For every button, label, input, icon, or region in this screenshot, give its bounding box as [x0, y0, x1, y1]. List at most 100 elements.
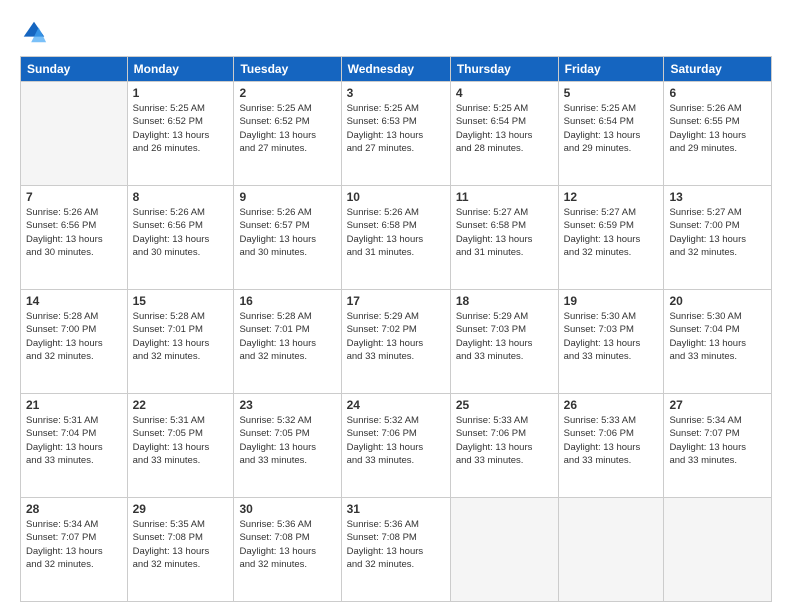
calendar-cell [21, 82, 128, 186]
calendar-cell: 15 Sunrise: 5:28 AM Sunset: 7:01 PM Dayli… [127, 290, 234, 394]
calendar-cell: 19 Sunrise: 5:30 AM Sunset: 7:03 PM Dayli… [558, 290, 664, 394]
calendar-cell: 14 Sunrise: 5:28 AM Sunset: 7:00 PM Dayli… [21, 290, 128, 394]
day-number: 14 [26, 294, 122, 308]
page: SundayMondayTuesdayWednesdayThursdayFrid… [0, 0, 792, 612]
calendar-cell: 31 Sunrise: 5:36 AM Sunset: 7:08 PM Dayli… [341, 498, 450, 602]
calendar-cell [664, 498, 772, 602]
day-info: Sunrise: 5:26 AM Sunset: 6:56 PM Dayligh… [133, 206, 229, 259]
weekday-header-wednesday: Wednesday [341, 57, 450, 82]
calendar-cell: 24Sunrise: 5:32 AM Sunset: 7:06 PM Dayli… [341, 394, 450, 498]
calendar-cell: 29 Sunrise: 5:35 AM Sunset: 7:08 PM Dayli… [127, 498, 234, 602]
day-info: Sunrise: 5:25 AM Sunset: 6:52 PM Dayligh… [133, 102, 229, 155]
day-info: Sunrise: 5:25 AM Sunset: 6:53 PM Dayligh… [347, 102, 445, 155]
weekday-header-monday: Monday [127, 57, 234, 82]
weekday-header-friday: Friday [558, 57, 664, 82]
header [20, 18, 772, 46]
day-info: Sunrise: 5:26 AM Sunset: 6:55 PM Dayligh… [669, 102, 766, 155]
calendar-cell: 11 Sunrise: 5:27 AM Sunset: 6:58 PM Dayli… [450, 186, 558, 290]
day-number: 18 [456, 294, 553, 308]
calendar-cell: 23Sunrise: 5:32 AM Sunset: 7:05 PM Dayli… [234, 394, 341, 498]
day-number: 12 [564, 190, 659, 204]
day-number: 24 [347, 398, 445, 412]
calendar-cell: 5 Sunrise: 5:25 AM Sunset: 6:54 PM Daylig… [558, 82, 664, 186]
weekday-header-thursday: Thursday [450, 57, 558, 82]
day-number: 29 [133, 502, 229, 516]
day-info: Sunrise: 5:36 AM Sunset: 7:08 PM Dayligh… [239, 518, 335, 571]
day-info: Sunrise: 5:27 AM Sunset: 7:00 PM Dayligh… [669, 206, 766, 259]
day-info: Sunrise: 5:36 AM Sunset: 7:08 PM Dayligh… [347, 518, 445, 571]
day-info: Sunrise: 5:32 AM Sunset: 7:05 PM Dayligh… [239, 414, 335, 467]
day-info: Sunrise: 5:25 AM Sunset: 6:52 PM Dayligh… [239, 102, 335, 155]
day-number: 19 [564, 294, 659, 308]
day-info: Sunrise: 5:25 AM Sunset: 6:54 PM Dayligh… [456, 102, 553, 155]
day-info: Sunrise: 5:35 AM Sunset: 7:08 PM Dayligh… [133, 518, 229, 571]
calendar-cell: 7Sunrise: 5:26 AM Sunset: 6:56 PM Daylig… [21, 186, 128, 290]
calendar-cell: 27 Sunrise: 5:34 AM Sunset: 7:07 PM Dayli… [664, 394, 772, 498]
day-number: 17 [347, 294, 445, 308]
calendar-cell: 22 Sunrise: 5:31 AM Sunset: 7:05 PM Dayli… [127, 394, 234, 498]
day-info: Sunrise: 5:34 AM Sunset: 7:07 PM Dayligh… [669, 414, 766, 467]
logo-icon [20, 18, 48, 46]
day-number: 20 [669, 294, 766, 308]
day-info: Sunrise: 5:31 AM Sunset: 7:05 PM Dayligh… [133, 414, 229, 467]
calendar-cell: 4Sunrise: 5:25 AM Sunset: 6:54 PM Daylig… [450, 82, 558, 186]
day-number: 25 [456, 398, 553, 412]
calendar-cell: 6 Sunrise: 5:26 AM Sunset: 6:55 PM Daylig… [664, 82, 772, 186]
day-info: Sunrise: 5:27 AM Sunset: 6:59 PM Dayligh… [564, 206, 659, 259]
calendar-cell: 21 Sunrise: 5:31 AM Sunset: 7:04 PM Dayli… [21, 394, 128, 498]
calendar: SundayMondayTuesdayWednesdayThursdayFrid… [20, 56, 772, 602]
day-number: 21 [26, 398, 122, 412]
day-number: 10 [347, 190, 445, 204]
week-row-5: 28 Sunrise: 5:34 AM Sunset: 7:07 PM Dayli… [21, 498, 772, 602]
day-info: Sunrise: 5:28 AM Sunset: 7:01 PM Dayligh… [133, 310, 229, 363]
day-number: 3 [347, 86, 445, 100]
weekday-header-row: SundayMondayTuesdayWednesdayThursdayFrid… [21, 57, 772, 82]
day-info: Sunrise: 5:30 AM Sunset: 7:04 PM Dayligh… [669, 310, 766, 363]
calendar-cell [450, 498, 558, 602]
day-number: 5 [564, 86, 659, 100]
day-number: 22 [133, 398, 229, 412]
day-number: 31 [347, 502, 445, 516]
day-info: Sunrise: 5:27 AM Sunset: 6:58 PM Dayligh… [456, 206, 553, 259]
calendar-cell: 8 Sunrise: 5:26 AM Sunset: 6:56 PM Daylig… [127, 186, 234, 290]
day-number: 2 [239, 86, 335, 100]
calendar-cell [558, 498, 664, 602]
day-info: Sunrise: 5:28 AM Sunset: 7:00 PM Dayligh… [26, 310, 122, 363]
week-row-2: 7 Sunrise: 5:26 AM Sunset: 6:56 PM Daylig… [21, 186, 772, 290]
calendar-cell: 30Sunrise: 5:36 AM Sunset: 7:08 PM Dayli… [234, 498, 341, 602]
day-info: Sunrise: 5:33 AM Sunset: 7:06 PM Dayligh… [456, 414, 553, 467]
calendar-cell: 10 Sunrise: 5:26 AM Sunset: 6:58 PM Dayli… [341, 186, 450, 290]
calendar-cell: 16Sunrise: 5:28 AM Sunset: 7:01 PM Dayli… [234, 290, 341, 394]
calendar-cell: 25 Sunrise: 5:33 AM Sunset: 7:06 PM Dayli… [450, 394, 558, 498]
day-number: 26 [564, 398, 659, 412]
calendar-cell: 1Sunrise: 5:25 AM Sunset: 6:52 PM Daylig… [127, 82, 234, 186]
calendar-cell: 28 Sunrise: 5:34 AM Sunset: 7:07 PM Dayli… [21, 498, 128, 602]
calendar-cell: 12 Sunrise: 5:27 AM Sunset: 6:59 PM Dayli… [558, 186, 664, 290]
day-info: Sunrise: 5:25 AM Sunset: 6:54 PM Dayligh… [564, 102, 659, 155]
day-number: 27 [669, 398, 766, 412]
day-number: 28 [26, 502, 122, 516]
calendar-cell: 20 Sunrise: 5:30 AM Sunset: 7:04 PM Dayli… [664, 290, 772, 394]
calendar-cell: 26 Sunrise: 5:33 AM Sunset: 7:06 PM Dayli… [558, 394, 664, 498]
week-row-1: 1Sunrise: 5:25 AM Sunset: 6:52 PM Daylig… [21, 82, 772, 186]
calendar-cell: 2 Sunrise: 5:25 AM Sunset: 6:52 PM Daylig… [234, 82, 341, 186]
calendar-cell: 13 Sunrise: 5:27 AM Sunset: 7:00 PM Dayli… [664, 186, 772, 290]
day-number: 7 [26, 190, 122, 204]
day-info: Sunrise: 5:33 AM Sunset: 7:06 PM Dayligh… [564, 414, 659, 467]
calendar-cell: 3 Sunrise: 5:25 AM Sunset: 6:53 PM Daylig… [341, 82, 450, 186]
week-row-4: 21 Sunrise: 5:31 AM Sunset: 7:04 PM Dayli… [21, 394, 772, 498]
day-info: Sunrise: 5:29 AM Sunset: 7:02 PM Dayligh… [347, 310, 445, 363]
day-info: Sunrise: 5:30 AM Sunset: 7:03 PM Dayligh… [564, 310, 659, 363]
day-info: Sunrise: 5:34 AM Sunset: 7:07 PM Dayligh… [26, 518, 122, 571]
day-number: 8 [133, 190, 229, 204]
week-row-3: 14 Sunrise: 5:28 AM Sunset: 7:00 PM Dayli… [21, 290, 772, 394]
day-number: 13 [669, 190, 766, 204]
day-number: 11 [456, 190, 553, 204]
day-info: Sunrise: 5:31 AM Sunset: 7:04 PM Dayligh… [26, 414, 122, 467]
day-info: Sunrise: 5:26 AM Sunset: 6:58 PM Dayligh… [347, 206, 445, 259]
day-number: 15 [133, 294, 229, 308]
day-number: 16 [239, 294, 335, 308]
day-number: 6 [669, 86, 766, 100]
calendar-cell: 9Sunrise: 5:26 AM Sunset: 6:57 PM Daylig… [234, 186, 341, 290]
logo [20, 18, 52, 46]
